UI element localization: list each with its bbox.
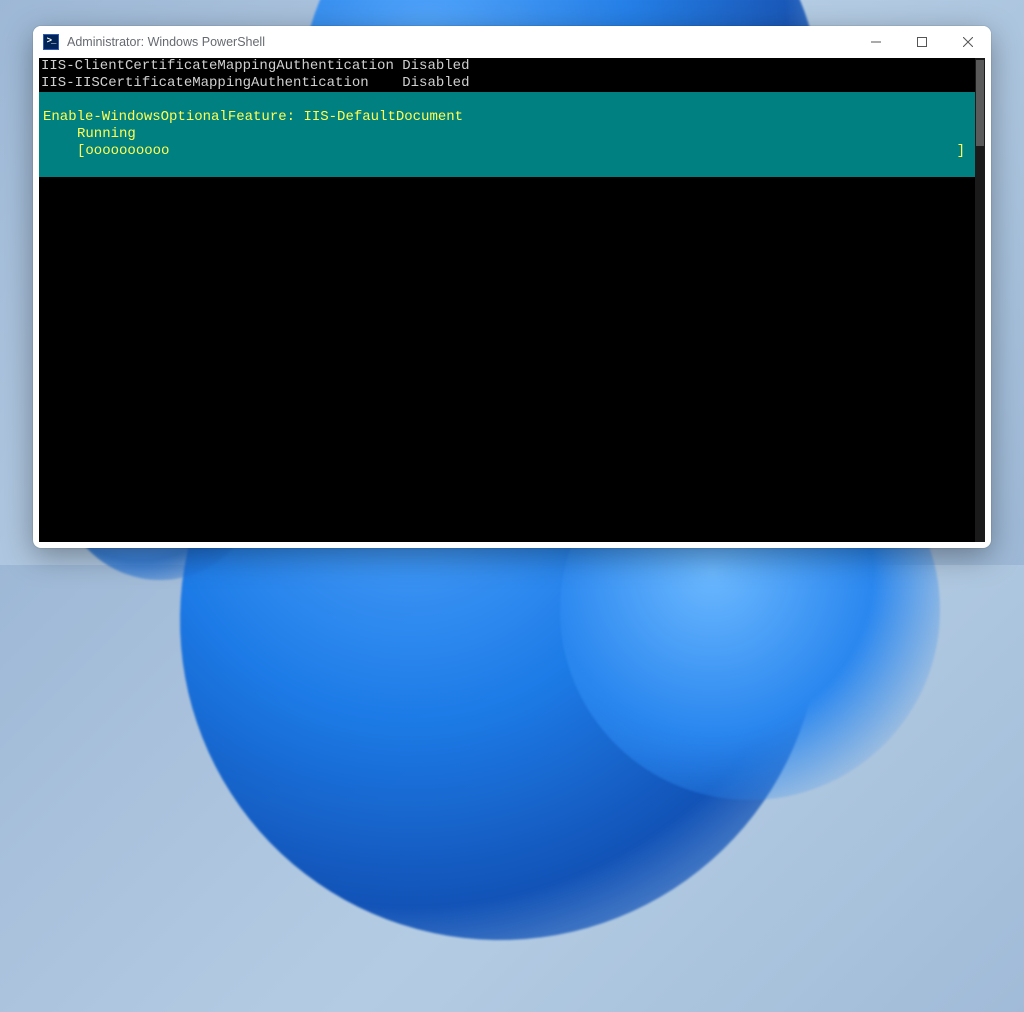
progress-bar-close: ] bbox=[957, 143, 965, 160]
close-button[interactable] bbox=[945, 26, 991, 58]
progress-bar-fill: oooooooooo bbox=[85, 143, 169, 160]
maximize-button[interactable] bbox=[899, 26, 945, 58]
progress-status: Running bbox=[75, 126, 973, 143]
progress-blank bbox=[41, 160, 973, 177]
progress-bar: [oooooooooo] bbox=[41, 143, 973, 160]
minimize-button[interactable] bbox=[853, 26, 899, 58]
progress-title: Enable-WindowsOptionalFeature: IIS-Defau… bbox=[41, 109, 973, 126]
powershell-icon bbox=[43, 34, 59, 50]
output-line: IIS-IISCertificateMappingAuthentication … bbox=[39, 75, 985, 92]
output-line: IIS-ClientCertificateMappingAuthenticati… bbox=[39, 58, 985, 75]
window-controls bbox=[853, 26, 991, 58]
powershell-window: Administrator: Windows PowerShell IIS-Cl… bbox=[33, 26, 991, 548]
progress-blank bbox=[41, 92, 973, 109]
window-title: Administrator: Windows PowerShell bbox=[67, 35, 265, 49]
scrollbar[interactable] bbox=[975, 58, 985, 542]
titlebar[interactable]: Administrator: Windows PowerShell bbox=[33, 26, 991, 58]
scrollbar-thumb[interactable] bbox=[976, 60, 984, 146]
progress-bar-open: [ bbox=[77, 143, 85, 160]
progress-panel: Enable-WindowsOptionalFeature: IIS-Defau… bbox=[39, 92, 975, 177]
terminal[interactable]: IIS-ClientCertificateMappingAuthenticati… bbox=[39, 58, 985, 542]
